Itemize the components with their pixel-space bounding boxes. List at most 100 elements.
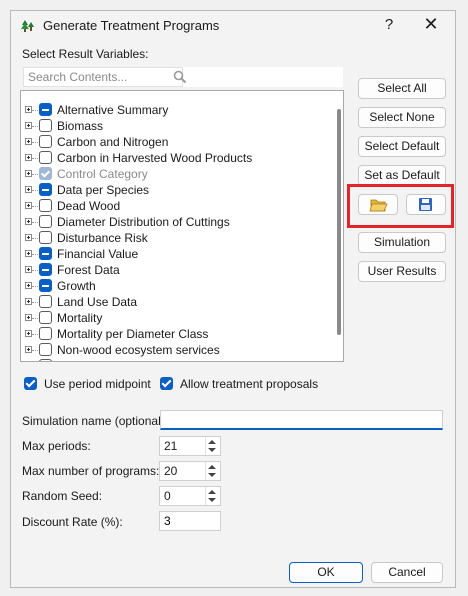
expand-icon[interactable] <box>25 346 32 353</box>
tree-row[interactable]: Biomass <box>21 118 331 134</box>
max-periods-arrows[interactable] <box>205 437 220 455</box>
tree-checkbox[interactable] <box>39 359 52 361</box>
expand-icon[interactable] <box>25 170 32 177</box>
random-seed-label: Random Seed: <box>22 489 103 503</box>
tree-row[interactable]: Disturbance Risk <box>21 230 331 246</box>
tree-checkbox[interactable] <box>39 135 52 148</box>
max-programs-stepper[interactable]: 20 <box>159 461 221 481</box>
expand-icon[interactable] <box>25 266 32 273</box>
cancel-button[interactable]: Cancel <box>371 562 443 583</box>
chevron-down-icon[interactable] <box>208 498 216 502</box>
tree-scrollbar[interactable] <box>337 109 341 335</box>
tree-checkbox[interactable] <box>39 327 52 340</box>
expand-icon[interactable] <box>25 282 32 289</box>
discount-rate-input[interactable] <box>159 511 221 531</box>
select-none-button[interactable]: Select None <box>358 107 446 128</box>
tree-row[interactable]: Mortality per Diameter Class <box>21 326 331 342</box>
tree-row[interactable]: Carbon in Harvested Wood Products <box>21 150 331 166</box>
chevron-up-icon[interactable] <box>208 465 216 469</box>
expand-icon[interactable] <box>25 106 32 113</box>
tree-checkbox[interactable] <box>39 247 52 260</box>
tree-label: Data per Species <box>57 183 150 197</box>
allow-treatment-proposals-checkbox[interactable] <box>160 377 173 390</box>
title-bar: Generate Treatment Programs ? ✕ <box>11 11 455 41</box>
search-box <box>23 67 343 87</box>
tree-checkbox[interactable] <box>39 231 52 244</box>
random-seed-stepper[interactable]: 0 <box>159 486 221 506</box>
open-button[interactable] <box>358 194 398 215</box>
search-input[interactable] <box>23 67 183 87</box>
tree-row[interactable]: Land Use Data <box>21 294 331 310</box>
dialog-window: Generate Treatment Programs ? ✕ Select R… <box>10 10 456 588</box>
tree-checkbox[interactable] <box>39 183 52 196</box>
tree-connector <box>32 238 38 239</box>
allow-treatment-proposals-label: Allow treatment proposals <box>180 377 319 391</box>
close-button[interactable]: ✕ <box>421 14 441 35</box>
expand-icon[interactable] <box>25 218 32 225</box>
tree-checkbox[interactable] <box>39 279 52 292</box>
expand-icon[interactable] <box>25 186 32 193</box>
ok-button[interactable]: OK <box>289 562 363 583</box>
chevron-down-icon[interactable] <box>208 473 216 477</box>
expand-icon[interactable] <box>25 298 32 305</box>
tree-row[interactable]: Control Category <box>21 166 331 182</box>
simulation-button[interactable]: Simulation <box>358 232 446 253</box>
tree-row[interactable]: Carbon and Nitrogen <box>21 134 331 150</box>
tree-connector <box>32 318 38 319</box>
tree-checkbox[interactable] <box>39 103 52 116</box>
discount-rate-label: Discount Rate (%): <box>22 515 123 529</box>
tree-row[interactable]: Dead Wood <box>21 198 331 214</box>
tree-connector <box>32 206 38 207</box>
help-button[interactable]: ? <box>381 16 397 33</box>
user-results-button[interactable]: User Results <box>358 261 446 282</box>
tree-row[interactable]: Non-wood ecosystem services <box>21 342 331 358</box>
expand-icon[interactable] <box>25 122 32 129</box>
tree-row[interactable]: Structural Diversity <box>21 358 331 361</box>
random-seed-arrows[interactable] <box>205 487 220 505</box>
select-default-button[interactable]: Select Default <box>358 136 446 157</box>
tree-connector <box>32 222 38 223</box>
tree-checkbox[interactable] <box>39 215 52 228</box>
tree-label: Biomass <box>57 119 104 133</box>
expand-icon[interactable] <box>25 250 32 257</box>
tree-checkbox[interactable] <box>39 263 52 276</box>
set-as-default-button[interactable]: Set as Default <box>358 165 446 186</box>
chevron-up-icon[interactable] <box>208 490 216 494</box>
expand-icon[interactable] <box>25 330 32 337</box>
max-periods-stepper[interactable]: 21 <box>159 436 221 456</box>
tree-row[interactable]: Diameter Distribution of Cuttings <box>21 214 331 230</box>
use-period-midpoint-checkbox[interactable] <box>24 377 37 390</box>
max-programs-arrows[interactable] <box>205 462 220 480</box>
expand-icon[interactable] <box>25 154 32 161</box>
tree-row[interactable]: Forest Data <box>21 262 331 278</box>
tree-row[interactable]: Data per Species <box>21 182 331 198</box>
tree-connector <box>32 254 38 255</box>
tree-row[interactable]: Financial Value <box>21 246 331 262</box>
expand-icon[interactable] <box>25 202 32 209</box>
tree-checkbox[interactable] <box>39 151 52 164</box>
tree-checkbox[interactable] <box>39 199 52 212</box>
tree-checkbox[interactable] <box>39 311 52 324</box>
result-variables-label: Select Result Variables: <box>22 47 149 61</box>
expand-icon[interactable] <box>25 234 32 241</box>
expand-icon[interactable] <box>25 138 32 145</box>
tree-row[interactable]: Alternative Summary <box>21 102 331 118</box>
tree-connector <box>32 190 38 191</box>
select-all-button[interactable]: Select All <box>358 78 446 99</box>
search-icon[interactable] <box>173 70 187 84</box>
tree-label: Forest Data <box>57 263 120 277</box>
expand-icon[interactable] <box>25 314 32 321</box>
variables-tree[interactable]: Alternative Summary Biomass Carbon and Nit… <box>20 90 344 362</box>
save-button[interactable] <box>406 194 446 215</box>
tree-row[interactable]: Growth <box>21 278 331 294</box>
tree-checkbox[interactable] <box>39 119 52 132</box>
tree-row[interactable]: Mortality <box>21 310 331 326</box>
tree-checkbox[interactable] <box>39 167 52 180</box>
chevron-up-icon[interactable] <box>208 440 216 444</box>
window-title: Generate Treatment Programs <box>43 18 220 33</box>
simulation-name-input[interactable] <box>160 410 443 430</box>
tree-checkbox[interactable] <box>39 295 52 308</box>
tree-label: Growth <box>57 279 96 293</box>
chevron-down-icon[interactable] <box>208 448 216 452</box>
tree-checkbox[interactable] <box>39 343 52 356</box>
